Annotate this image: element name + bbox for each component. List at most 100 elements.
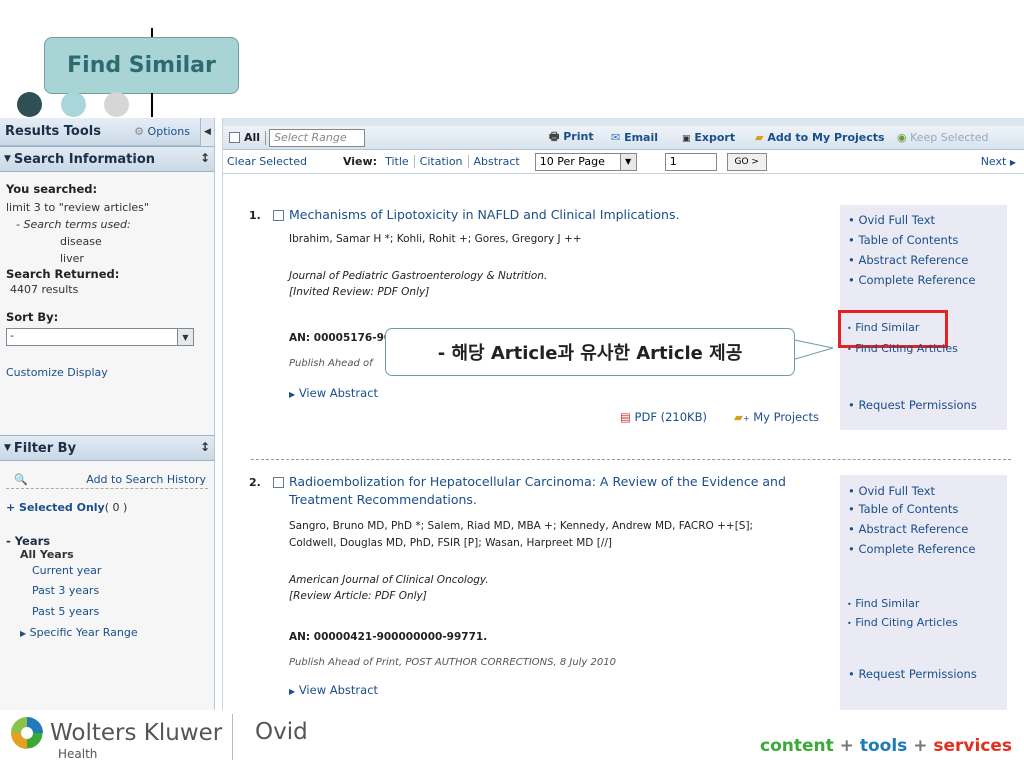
table-of-contents-link[interactable]: • Table of Contents bbox=[848, 502, 958, 516]
product-name: Ovid bbox=[255, 719, 308, 745]
my-projects-link[interactable]: ▰+ My Projects bbox=[734, 410, 819, 424]
request-permissions-link[interactable]: • Request Permissions bbox=[848, 667, 977, 681]
keep-icon: ◉ bbox=[897, 131, 907, 144]
results-tools-header: Results Tools ⚙ Options ◀ bbox=[0, 118, 214, 146]
add-to-my-projects-button[interactable]: ▰ Add to My Projects bbox=[755, 131, 885, 144]
export-button[interactable]: ▣ Export bbox=[682, 131, 735, 144]
ovid-results-page: Results Tools ⚙ Options ◀ ▼ Search Infor… bbox=[0, 118, 1024, 710]
result-number: 1. bbox=[249, 209, 261, 222]
envelope-icon: ✉ bbox=[611, 131, 621, 144]
search-information-header[interactable]: ▼ Search Information ↕ bbox=[0, 146, 214, 172]
chevron-down-icon: ▼ bbox=[177, 329, 193, 345]
result-item: 2. Radioembolization for Hepatocellular … bbox=[223, 458, 1024, 710]
annotation-callout: - 해당 Article과 유사한 Article 제공 bbox=[385, 328, 834, 376]
tab-citation[interactable]: Citation bbox=[415, 155, 469, 168]
sort-by-label: Sort By: bbox=[6, 310, 59, 324]
result-checkbox[interactable] bbox=[273, 477, 284, 488]
triangle-right-icon: ▶ bbox=[20, 629, 27, 638]
dot-dark bbox=[17, 92, 42, 117]
results-main: All Select Range 🖶 Print ✉ Email ▣ Expor… bbox=[222, 118, 1024, 710]
options-button[interactable]: ⚙ Options bbox=[134, 125, 190, 138]
per-page-select[interactable]: 10 Per Page ▼ bbox=[534, 152, 637, 171]
magnifier-icon: 🔍 bbox=[14, 473, 28, 486]
updown-arrow-icon[interactable]: ↕ bbox=[200, 151, 210, 165]
result-journal: Journal of Pediatric Gastroenterology & … bbox=[289, 270, 548, 282]
year-option-past5[interactable]: Past 5 years bbox=[6, 601, 208, 623]
result-title-link[interactable]: Radioembolization for Hepatocellular Car… bbox=[289, 473, 819, 509]
find-similar-link[interactable]: • Find Similar bbox=[847, 321, 919, 334]
ovid-full-text-link[interactable]: • Ovid Full Text bbox=[848, 484, 935, 498]
result-pub-info: Publish Ahead of bbox=[289, 358, 373, 369]
search-terms-label: - Search terms used: bbox=[16, 218, 131, 231]
abstract-reference-link[interactable]: • Abstract Reference bbox=[848, 522, 968, 536]
dot-teal bbox=[61, 92, 86, 117]
search-term: liver bbox=[60, 252, 84, 265]
add-to-search-history-row[interactable]: 🔍 Add to Search History bbox=[6, 471, 208, 489]
select-all-checkbox[interactable] bbox=[229, 132, 240, 143]
clear-selected-link[interactable]: Clear Selected bbox=[227, 155, 307, 168]
result-journal: American Journal of Clinical Oncology. bbox=[289, 574, 489, 586]
email-button[interactable]: ✉ Email bbox=[611, 131, 658, 144]
triangle-right-icon: ▶ bbox=[289, 687, 296, 696]
keep-selected-button[interactable]: ◉ Keep Selected bbox=[897, 131, 988, 144]
result-accession: AN: 00005176-90 bbox=[289, 332, 392, 344]
result-authors: Ibrahim, Samar H *; Kohli, Rohit +; Gore… bbox=[289, 233, 582, 245]
page-number-input[interactable]: 1 bbox=[664, 152, 717, 171]
filter-by-header[interactable]: ▼ Filter By ↕ bbox=[0, 435, 214, 461]
find-citing-articles-link[interactable]: • Find Citing Articles bbox=[847, 342, 958, 355]
gear-icon: ⚙ bbox=[134, 125, 145, 138]
export-icon: ▣ bbox=[682, 134, 691, 144]
collapse-sidebar-button[interactable]: ◀ bbox=[200, 118, 214, 146]
view-abstract-link[interactable]: ▶ View Abstract bbox=[289, 386, 378, 400]
result-type: [Invited Review: PDF Only] bbox=[289, 286, 430, 298]
ovid-full-text-link[interactable]: • Ovid Full Text bbox=[848, 213, 935, 227]
year-option-past3[interactable]: Past 3 years bbox=[6, 581, 208, 601]
next-page-link[interactable]: Next ▶ bbox=[981, 155, 1016, 168]
tab-abstract[interactable]: Abstract bbox=[469, 155, 525, 168]
years-label: - Years bbox=[6, 534, 51, 548]
sort-by-select[interactable]: - ▼ bbox=[6, 328, 194, 346]
all-years-option[interactable]: All Years bbox=[6, 548, 208, 561]
select-range-input[interactable]: Select Range bbox=[269, 128, 366, 147]
specific-year-range-link[interactable]: ▶ Specific Year Range bbox=[6, 623, 208, 644]
all-label: All bbox=[244, 131, 261, 144]
customize-display-link[interactable]: Customize Display bbox=[6, 364, 208, 381]
find-similar-link[interactable]: • Find Similar bbox=[847, 597, 919, 610]
search-returned-label: Search Returned: bbox=[6, 267, 120, 281]
result-accession: AN: 00000421-900000000-99771. bbox=[289, 631, 488, 643]
action-toolbar: All Select Range 🖶 Print ✉ Email ▣ Expor… bbox=[223, 126, 1024, 150]
folder-add-icon: ▰ bbox=[734, 410, 743, 424]
search-info-body: You searched: limit 3 to "review article… bbox=[0, 172, 214, 435]
slide: Find Similar Results Tools ⚙ Options ◀ ▼… bbox=[0, 0, 1024, 768]
result-number: 2. bbox=[249, 476, 261, 489]
result-title-link[interactable]: Mechanisms of Lipotoxicity in NAFLD and … bbox=[289, 206, 839, 224]
pdf-link[interactable]: ▤ PDF (210KB) bbox=[620, 410, 707, 424]
search-term: disease bbox=[60, 235, 102, 248]
folder-icon: ▰ bbox=[755, 131, 764, 144]
brand-subtitle: Health bbox=[58, 747, 98, 761]
table-of-contents-link[interactable]: • Table of Contents bbox=[848, 233, 958, 247]
brand-name: Wolters Kluwer bbox=[50, 720, 223, 746]
abstract-reference-link[interactable]: • Abstract Reference bbox=[848, 253, 968, 267]
complete-reference-link[interactable]: • Complete Reference bbox=[848, 273, 975, 287]
request-permissions-link[interactable]: • Request Permissions bbox=[848, 398, 977, 412]
updown-arrow-icon[interactable]: ↕ bbox=[200, 440, 210, 454]
view-abstract-link[interactable]: ▶ View Abstract bbox=[289, 683, 378, 697]
printer-icon: 🖶 bbox=[549, 130, 560, 143]
selected-only-filter[interactable]: + Selected Only( 0 ) bbox=[6, 499, 208, 516]
triangle-right-icon: ▶ bbox=[1009, 158, 1016, 167]
print-button[interactable]: 🖶 Print bbox=[549, 128, 594, 147]
add-to-search-history-link[interactable]: Add to Search History bbox=[86, 471, 206, 488]
tab-title[interactable]: Title bbox=[380, 155, 415, 168]
results-count: 4407 results bbox=[10, 283, 79, 296]
triangle-right-icon: ▶ bbox=[289, 390, 296, 399]
year-option-current[interactable]: Current year bbox=[6, 561, 208, 581]
result-links-panel: • Ovid Full Text • Table of Contents • A… bbox=[838, 205, 1007, 430]
connector-line-lower bbox=[151, 93, 153, 117]
result-checkbox[interactable] bbox=[273, 210, 284, 221]
go-button[interactable]: GO > bbox=[726, 152, 767, 171]
complete-reference-link[interactable]: • Complete Reference bbox=[848, 542, 975, 556]
pdf-icon: ▤ bbox=[620, 410, 631, 424]
tagline: content + tools + services bbox=[760, 736, 1013, 756]
find-citing-articles-link[interactable]: • Find Citing Articles bbox=[847, 616, 958, 629]
